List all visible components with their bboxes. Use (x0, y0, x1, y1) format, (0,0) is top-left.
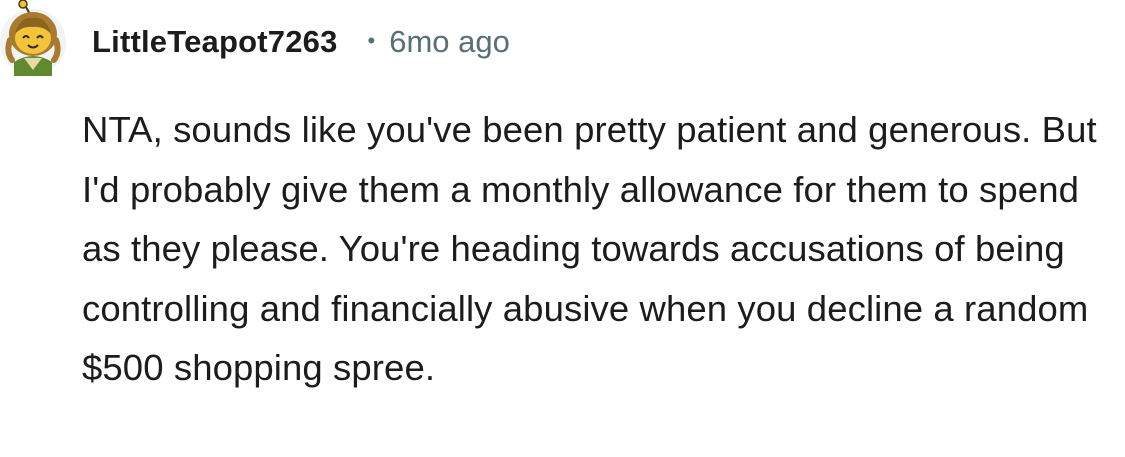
author-username[interactable]: LittleTeapot7263 (92, 24, 338, 60)
avatar[interactable] (0, 0, 66, 76)
comment-card: LittleTeapot7263 • 6mo ago NTA, sounds l… (0, 0, 1125, 457)
comment-timestamp: 6mo ago (389, 24, 510, 59)
comment-meta: LittleTeapot7263 • 6mo ago (92, 20, 510, 64)
separator-dot: • (367, 28, 376, 53)
snoo-avatar-icon (0, 0, 66, 76)
comment-body: NTA, sounds like you've been pretty pati… (82, 109, 1097, 388)
